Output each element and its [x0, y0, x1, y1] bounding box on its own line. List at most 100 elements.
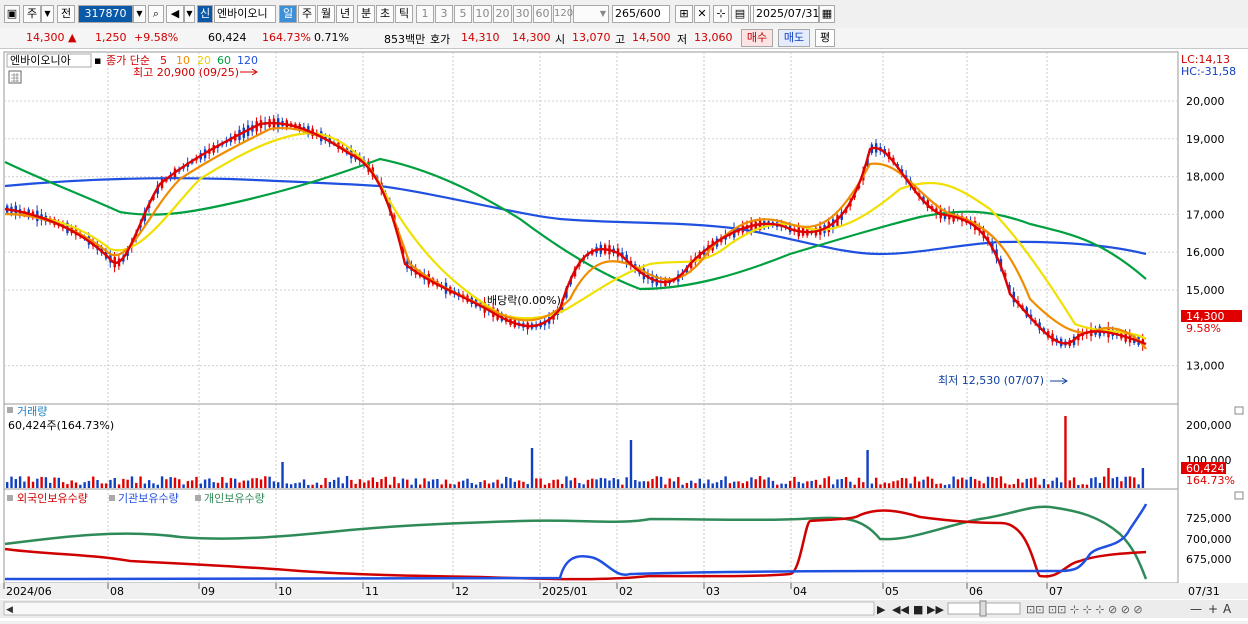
- ma-period-120: 120: [237, 54, 258, 67]
- rewind-icon[interactable]: ◀◀: [892, 603, 909, 616]
- forward-icon[interactable]: ▶▶: [927, 603, 944, 616]
- number-10[interactable]: 10: [473, 5, 492, 23]
- number-60[interactable]: 60: [533, 5, 552, 23]
- volume-close-icon[interactable]: [1234, 406, 1244, 415]
- zoom-slider-thumb[interactable]: [979, 600, 987, 617]
- volume-bar: [126, 479, 129, 488]
- low-note: 최저 12,530 (07/07): [938, 374, 1044, 387]
- sell-button[interactable]: 매도: [778, 29, 810, 47]
- blank-dropdown[interactable]: ▼: [573, 5, 609, 23]
- high-label: 고: [615, 33, 626, 46]
- volume-bar: [277, 482, 280, 488]
- period-year[interactable]: 년: [336, 5, 354, 23]
- buy-button[interactable]: 매수: [741, 29, 773, 47]
- volume-bar: [178, 479, 181, 488]
- volume-bar: [1094, 477, 1097, 488]
- prev-button[interactable]: 전: [57, 5, 75, 23]
- search-icon[interactable]: ⌕: [148, 5, 164, 23]
- volume-bar: [401, 478, 405, 488]
- volume-bar: [169, 477, 172, 488]
- x-axis-label: 2025/01: [542, 585, 588, 598]
- volume-bar: [246, 480, 250, 488]
- volume-bar: [801, 483, 805, 488]
- volume-marker-icon: [7, 407, 13, 413]
- zoom-out-icon[interactable]: —: [1190, 602, 1202, 616]
- volume-bar: [1016, 478, 1020, 488]
- period-week[interactable]: 주: [298, 5, 316, 23]
- horizontal-scrollbar[interactable]: [3, 601, 875, 616]
- eval-button[interactable]: 평: [815, 29, 835, 47]
- period-tick[interactable]: 틱: [395, 5, 413, 23]
- volume-bar: [948, 484, 951, 488]
- volume-bar: [935, 483, 938, 488]
- scroll-right-icon[interactable]: ▶: [877, 603, 886, 616]
- volume-bar: [96, 479, 99, 488]
- scroll-left-icon[interactable]: ◀: [6, 605, 13, 615]
- volume-bar: [470, 482, 474, 488]
- volume-bar: [234, 478, 237, 488]
- volume-bar: [926, 476, 930, 488]
- window-icon[interactable]: ▣: [4, 5, 20, 23]
- sound-dropdown-icon[interactable]: ▼: [184, 5, 195, 23]
- volume-bar: [1124, 476, 1127, 488]
- count-field[interactable]: 265/600: [612, 5, 670, 23]
- price-tick: 19,000: [1186, 133, 1225, 146]
- zoom-in-icon[interactable]: +: [1208, 602, 1218, 616]
- volume-bar: [965, 479, 968, 488]
- date-field[interactable]: 2025/07/31: [753, 5, 819, 23]
- tools-icon[interactable]: ⊞: [675, 5, 693, 23]
- x-axis-label: 07: [1049, 585, 1063, 598]
- holdings-close-icon[interactable]: [1234, 491, 1244, 500]
- volume-bar: [1072, 477, 1076, 488]
- price-panel-menu-icon[interactable]: ▪: [94, 54, 101, 67]
- volume-bar: [776, 484, 779, 488]
- number-3[interactable]: 3: [435, 5, 453, 23]
- price-tick: 20,000: [1186, 95, 1225, 108]
- chart-area: 엔바이오니아 ▪ 종가 단순 5 10 20 60 120 최고 20,900 …: [0, 49, 1248, 621]
- period-minute[interactable]: 분: [357, 5, 375, 23]
- volume-bar: [810, 480, 813, 488]
- volume-bar: [659, 476, 663, 488]
- period-day[interactable]: 일: [279, 5, 297, 23]
- volume-bar: [384, 476, 387, 488]
- volume-bar: [995, 477, 998, 488]
- auto-scale-icon[interactable]: A: [1223, 602, 1232, 616]
- tool-icons[interactable]: ⊡⊡ ⊡⊡ ⊹ ⊹ ⊹ ⊘ ⊘ ⊘: [1026, 603, 1143, 616]
- number-20[interactable]: 20: [493, 5, 512, 23]
- stock-chart[interactable]: 엔바이오니아 ▪ 종가 단순 5 10 20 60 120 최고 20,900 …: [0, 49, 1248, 621]
- save-icon[interactable]: ▤: [731, 5, 749, 23]
- volume-bar: [259, 479, 263, 488]
- volume-bar: [212, 482, 215, 488]
- volume-bar: [642, 481, 646, 488]
- volume-bar: [285, 483, 289, 488]
- number-120[interactable]: 120: [553, 5, 573, 23]
- code-input[interactable]: 317870: [78, 5, 133, 23]
- volume-bar: [694, 483, 697, 488]
- number-5[interactable]: 5: [454, 5, 472, 23]
- volume-bar: [229, 478, 233, 488]
- volume-bar: [952, 476, 955, 488]
- number-30[interactable]: 30: [513, 5, 532, 23]
- period-month[interactable]: 월: [317, 5, 335, 23]
- crosshair-icon[interactable]: ⊹: [713, 5, 729, 23]
- calendar-icon[interactable]: ▦: [819, 5, 835, 23]
- period-second[interactable]: 초: [376, 5, 394, 23]
- code-dropdown-icon[interactable]: ▼: [133, 5, 146, 23]
- volume-bar: [320, 484, 323, 488]
- volume-bar: [1141, 468, 1145, 488]
- ask-price-2: 14,300: [512, 31, 551, 44]
- volume-bar: [135, 482, 138, 488]
- chevron-down-icon[interactable]: ▼: [41, 5, 54, 23]
- volume-bar: [573, 477, 577, 488]
- stop-icon[interactable]: ■: [913, 603, 923, 616]
- tools-dropdown-icon[interactable]: ✕: [694, 5, 710, 23]
- sound-icon[interactable]: ◀: [166, 5, 184, 23]
- volume-bar: [53, 477, 56, 488]
- number-1[interactable]: 1: [416, 5, 434, 23]
- volume-bar: [302, 479, 306, 488]
- volume-bar: [720, 480, 723, 488]
- price-tick: 18,000: [1186, 171, 1225, 184]
- volume-bar: [887, 483, 891, 488]
- period-select[interactable]: 주: [23, 5, 41, 23]
- stock-name-field[interactable]: 엔바이오니: [214, 5, 276, 23]
